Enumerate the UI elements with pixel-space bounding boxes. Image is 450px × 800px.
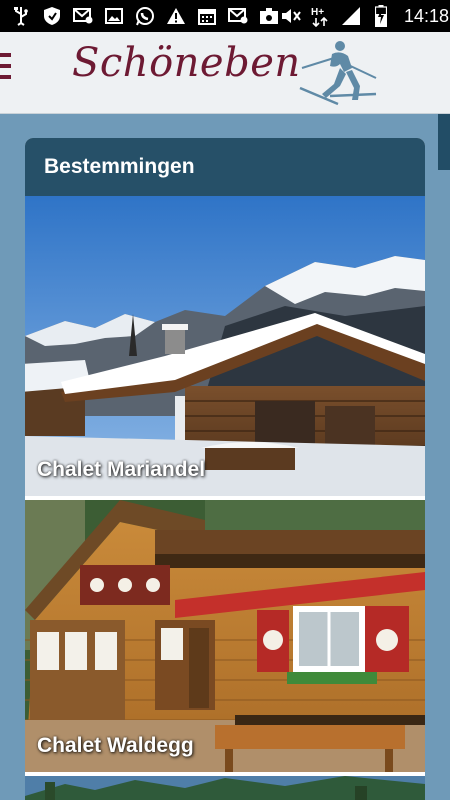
card-title: Chalet Waldegg [37, 734, 194, 757]
skier-logo-icon [299, 41, 377, 106]
logo-text: Schöneben [72, 40, 301, 86]
mute-icon [280, 5, 302, 27]
chalet-mariandel-photo [25, 196, 425, 496]
destinations-panel: Bestemmingen Chalet Mariandel Chalet Wal… [25, 138, 425, 800]
destination-card-3[interactable] [25, 772, 425, 800]
whatsapp-icon [134, 5, 156, 27]
svg-text:H+: H+ [311, 7, 324, 18]
battery-charging-icon [370, 5, 392, 27]
calendar-icon [196, 5, 218, 27]
warning-icon [165, 5, 187, 27]
app-header: Schöneben [0, 32, 450, 114]
image-icon [103, 5, 125, 27]
menu-icon-bar [0, 64, 11, 68]
clock: 14:18 [404, 5, 450, 26]
content-area[interactable]: Bestemmingen Chalet Mariandel Chalet Wal… [0, 114, 450, 800]
section-header: Bestemmingen [25, 138, 425, 196]
signal-icon [340, 5, 362, 27]
upload-icon [258, 5, 280, 27]
card-title: Chalet Mariandel [37, 458, 206, 481]
shield-icon [41, 5, 63, 27]
destination-card-chalet-mariandel[interactable]: Chalet Mariandel [25, 196, 425, 496]
usb-icon [10, 5, 32, 27]
menu-icon [0, 53, 11, 57]
section-title: Bestemmingen [44, 155, 195, 178]
chalet-waldegg-photo [25, 500, 425, 772]
destination-card-chalet-waldegg[interactable]: Chalet Waldegg [25, 496, 425, 772]
menu-icon-bar [0, 75, 11, 79]
email-icon [227, 5, 249, 27]
scrollbar[interactable] [438, 114, 450, 170]
email-icon [72, 5, 94, 27]
status-bar: H+ 14:18 [0, 0, 450, 32]
menu-button[interactable] [0, 53, 16, 93]
hplus-signal-icon: H+ [310, 5, 332, 27]
destination-photo [25, 776, 425, 800]
